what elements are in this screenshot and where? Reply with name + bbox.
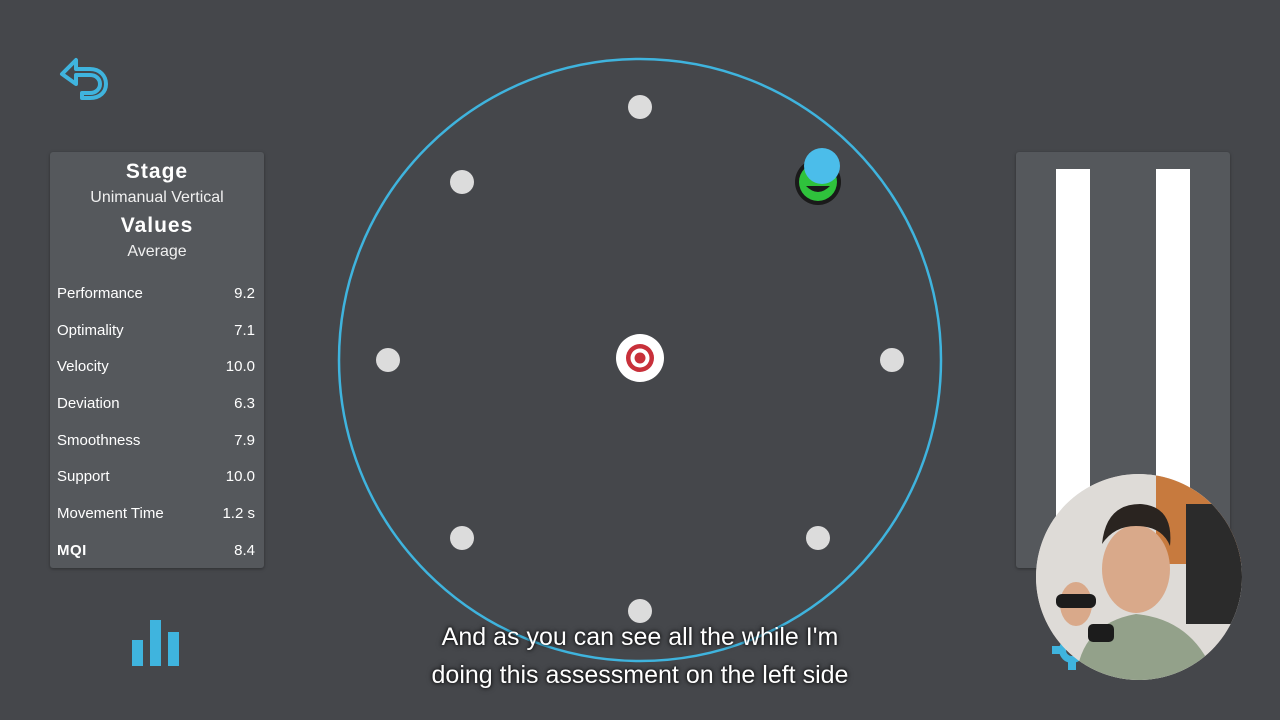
target-north-west bbox=[450, 170, 474, 194]
target-south-west bbox=[450, 526, 474, 550]
target-north bbox=[628, 95, 652, 119]
bar-chart-icon bbox=[132, 620, 179, 666]
presenter-webcam bbox=[1036, 474, 1242, 680]
target-south-east bbox=[806, 526, 830, 550]
statistics-button[interactable] bbox=[132, 620, 180, 668]
subtitle-line-2: doing this assessment on the left side bbox=[431, 661, 849, 689]
target-east bbox=[880, 348, 904, 372]
subtitle-line-1: And as you can see all the while I'm bbox=[441, 623, 839, 651]
presenter-video-image bbox=[1036, 474, 1242, 680]
target-west bbox=[376, 348, 400, 372]
cursor-dot-icon bbox=[804, 148, 840, 184]
bullseye-icon bbox=[616, 334, 664, 382]
video-subtitle: And as you can see all the while I'm doi… bbox=[340, 618, 940, 694]
